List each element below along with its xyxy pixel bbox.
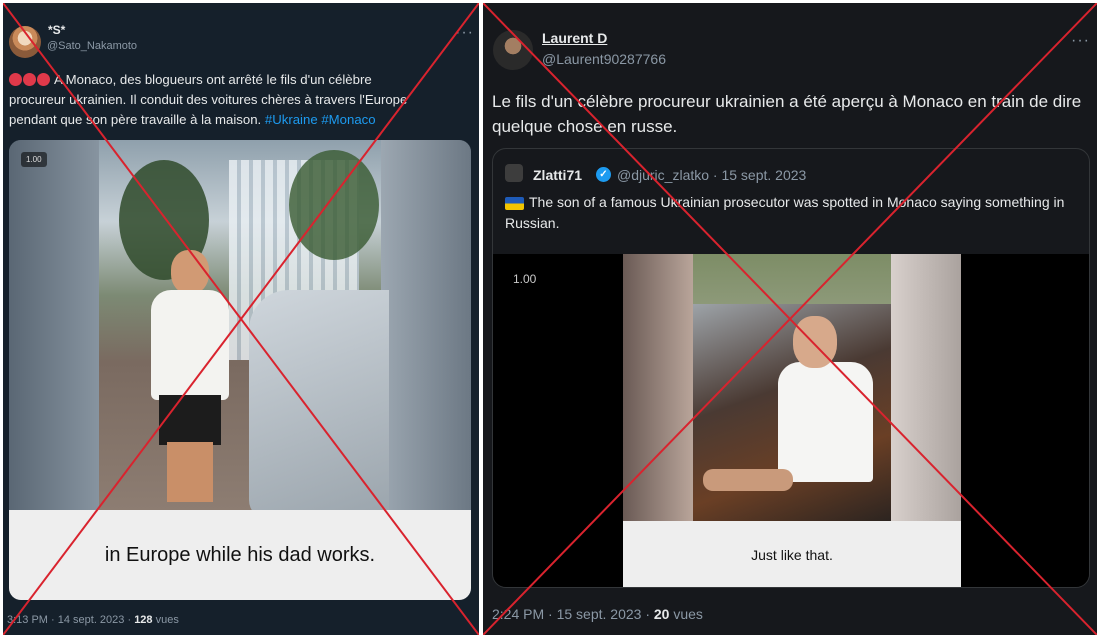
- timestamp[interactable]: 2:24 PM · 15 sept. 2023 ·: [492, 606, 654, 622]
- person-shirt: [151, 290, 229, 400]
- user-handle[interactable]: @Laurent90287766: [542, 51, 666, 67]
- red-circle-emoji-icon: [9, 73, 22, 86]
- palm-tree: [289, 150, 379, 260]
- avatar[interactable]: [505, 164, 523, 182]
- video-blur-left: [9, 140, 99, 510]
- playback-speed-badge[interactable]: 1.00: [513, 272, 536, 286]
- views-label: vues: [669, 606, 703, 622]
- red-circle-emoji-icon: [23, 73, 36, 86]
- person-arm: [703, 469, 793, 491]
- views-label: vues: [152, 614, 179, 626]
- display-name[interactable]: Laurent D: [542, 30, 607, 46]
- video-caption: in Europe while his dad works.: [9, 510, 471, 600]
- avatar[interactable]: [9, 26, 41, 58]
- verified-badge-icon: ✓: [596, 167, 611, 182]
- hashtag-ukraine[interactable]: #Ukraine: [265, 112, 318, 127]
- person-legs: [167, 442, 213, 502]
- quoted-tweet[interactable]: Zlatti71 ✓ @djuric_zlatko · 15 sept. 202…: [492, 148, 1090, 588]
- hashtag-monaco[interactable]: #Monaco: [321, 112, 375, 127]
- more-options-icon[interactable]: ···: [1071, 33, 1090, 49]
- video-player[interactable]: 1.00 in Europe while his dad works.: [9, 140, 471, 600]
- left-tweet-panel: *S* @Sato_Nakamoto ··· A Monaco, des blo…: [3, 3, 479, 635]
- red-circle-emoji-icon: [37, 73, 50, 86]
- person-head: [793, 316, 837, 368]
- person-shirt: [778, 362, 873, 482]
- avatar[interactable]: [493, 30, 533, 70]
- video-caption: Just like that.: [623, 521, 961, 587]
- quoted-text: The son of a famous Ukrainian prosecutor…: [505, 194, 1065, 231]
- tweet-meta: 3:13 PM · 14 sept. 2023 · 128 vues: [7, 614, 179, 626]
- car-door: [891, 254, 961, 521]
- playback-speed-badge[interactable]: 1.00: [21, 152, 47, 167]
- quoted-display-name[interactable]: Zlatti71: [533, 167, 582, 183]
- person-head: [171, 250, 209, 294]
- display-name[interactable]: *S*: [48, 23, 65, 37]
- person-shorts: [159, 395, 221, 445]
- quoted-handle-date[interactable]: @djuric_zlatko · 15 sept. 2023: [617, 167, 806, 183]
- video-blur-right: [381, 140, 471, 510]
- tweet-text: A Monaco, des blogueurs ont arrêté le fi…: [9, 70, 429, 130]
- user-handle[interactable]: @Sato_Nakamoto: [47, 40, 137, 52]
- car-pillar: [623, 254, 693, 521]
- video-player[interactable]: 1.00 Just like that.: [493, 254, 1089, 587]
- tweet-text: Le fils d'un célèbre procureur ukrainien…: [492, 92, 1082, 136]
- views-count: 20: [653, 606, 670, 622]
- more-options-icon[interactable]: ···: [455, 25, 474, 41]
- person: [147, 250, 231, 502]
- views-count: 128: [134, 614, 153, 626]
- car: [249, 290, 389, 520]
- right-tweet-panel: Laurent D @Laurent90287766 ··· Le fils d…: [483, 3, 1097, 635]
- tweet-meta: 2:24 PM · 15 sept. 2023 · 20 vues: [492, 606, 703, 622]
- timestamp[interactable]: 3:13 PM · 14 sept. 2023 ·: [7, 614, 134, 626]
- video-frame: [99, 140, 389, 520]
